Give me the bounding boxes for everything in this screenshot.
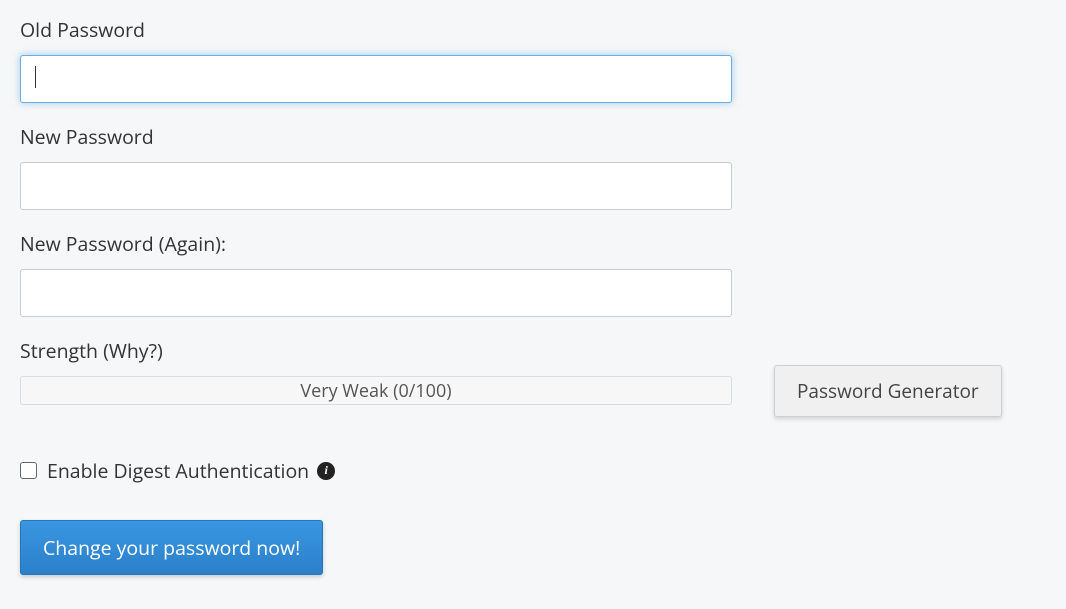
new-password-input[interactable]	[20, 162, 732, 210]
digest-auth-text: Enable Digest Authentication	[47, 457, 309, 484]
strength-label: Strength (Why?)	[20, 337, 732, 364]
text-cursor	[35, 66, 36, 88]
new-password-row: New Password	[20, 123, 1046, 210]
strength-row: Strength (Why?) Very Weak (0/100) Passwo…	[20, 337, 1046, 417]
new-password-label: New Password	[20, 123, 732, 150]
old-password-row: Old Password	[20, 16, 1046, 103]
change-password-button[interactable]: Change your password now!	[20, 520, 323, 575]
new-password-again-label: New Password (Again):	[20, 230, 732, 257]
new-password-again-row: New Password (Again):	[20, 230, 1046, 317]
old-password-input[interactable]	[20, 55, 732, 103]
digest-auth-label[interactable]: Enable Digest Authentication i	[47, 457, 335, 484]
digest-auth-checkbox[interactable]	[20, 462, 37, 479]
info-icon[interactable]: i	[317, 462, 335, 480]
password-generator-button[interactable]: Password Generator	[774, 365, 1002, 417]
password-change-form: Old Password New Password New Password (…	[20, 16, 1046, 575]
old-password-label: Old Password	[20, 16, 732, 43]
new-password-again-input[interactable]	[20, 269, 732, 317]
strength-text: Very Weak (0/100)	[300, 379, 451, 403]
digest-auth-row: Enable Digest Authentication i	[20, 457, 1046, 484]
strength-meter: Very Weak (0/100)	[20, 376, 732, 405]
